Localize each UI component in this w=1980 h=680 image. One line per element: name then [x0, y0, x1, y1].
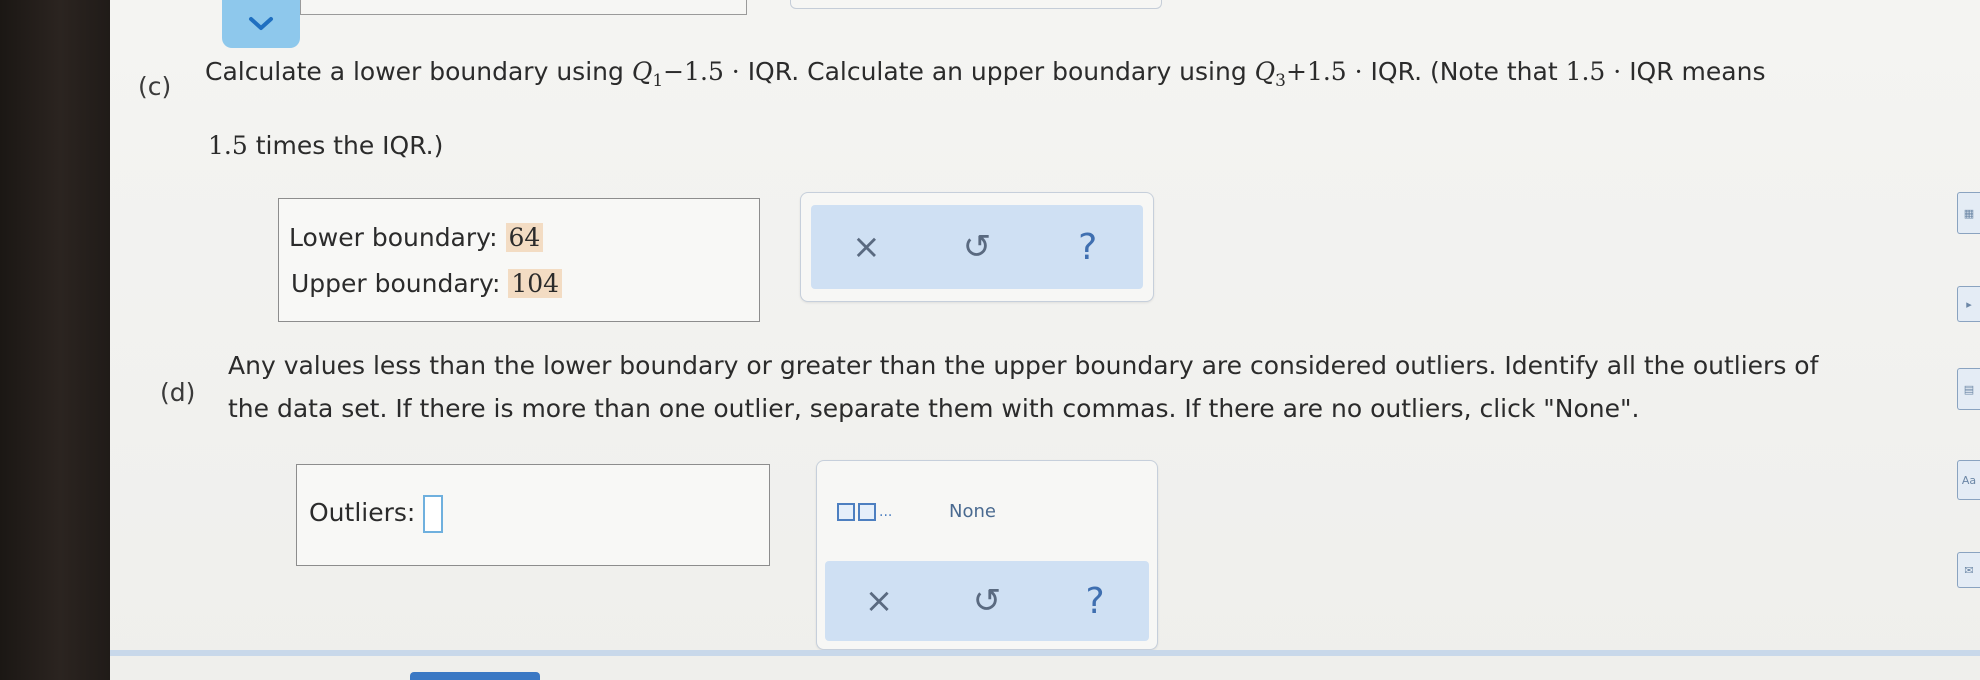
text: means — [1673, 57, 1766, 86]
chevron-down-icon — [249, 17, 273, 30]
bottom-tab[interactable] — [410, 672, 540, 680]
collapse-button[interactable] — [222, 0, 300, 48]
q1-variable: Q — [631, 57, 653, 86]
part-c-label: (c) — [138, 72, 172, 101]
none-button[interactable]: None — [949, 501, 996, 522]
previous-tool-panel — [790, 0, 1162, 9]
outliers-answer-box: Outliers: — [296, 464, 770, 566]
q3-subscript: 3 — [1275, 71, 1286, 91]
help-icon[interactable]: ? — [1058, 227, 1118, 268]
part-d-label: (d) — [160, 378, 196, 407]
previous-answer-box — [300, 0, 747, 15]
boundary-answer-box: Lower boundary: 64 Upper boundary: 104 — [278, 198, 760, 322]
outliers-label: Outliers: — [309, 498, 416, 527]
q3-variable: Q — [1254, 57, 1276, 86]
mail-icon[interactable]: ✉ — [1957, 552, 1980, 588]
part-d-text-line2: the data set. If there is more than one … — [228, 394, 1640, 423]
text-size-icon[interactable]: Aa — [1957, 460, 1980, 500]
part-c-tool-panel: × ↺ ? — [800, 192, 1154, 302]
q3-expression: +1.5 · — [1286, 57, 1371, 86]
outliers-input[interactable] — [423, 495, 444, 533]
note-number: 1.5 — [208, 131, 248, 160]
part-c-text-line2: 1.5 times the IQR.) — [208, 130, 443, 162]
close-icon[interactable]: × — [836, 227, 896, 267]
box-icon — [858, 503, 876, 521]
iqr-term: IQR — [1370, 57, 1415, 86]
part-d-tool-panel: ... None × ↺ ? — [816, 460, 1158, 650]
upper-boundary-label: Upper boundary: — [291, 269, 501, 298]
monitor-bezel — [0, 0, 110, 680]
text: times the IQR.) — [247, 131, 444, 160]
iqr-term: IQR — [747, 57, 792, 86]
lower-boundary-row: Lower boundary: 64 — [289, 223, 544, 252]
lower-boundary-label: Lower boundary: — [289, 223, 498, 252]
part-c-tool-bar: × ↺ ? — [811, 205, 1143, 289]
upper-boundary-input[interactable]: 104 — [508, 269, 563, 298]
close-icon[interactable]: × — [849, 581, 909, 621]
bottom-divider — [110, 650, 1980, 656]
text: . Calculate an upper boundary using — [791, 57, 1255, 86]
part-d-tool-bar: × ↺ ? — [825, 561, 1149, 641]
iqr-term: IQR — [1629, 57, 1674, 86]
part-c-text-line1: Calculate a lower boundary using Q1−1.5 … — [205, 56, 1765, 97]
undo-icon[interactable]: ↺ — [957, 581, 1017, 621]
text: . (Note that — [1414, 57, 1566, 86]
text: Calculate a lower boundary using — [205, 57, 632, 86]
upper-boundary-row: Upper boundary: 104 — [291, 269, 563, 298]
box-icon — [837, 503, 855, 521]
outliers-row: Outliers: — [309, 495, 444, 533]
lower-boundary-input[interactable]: 64 — [505, 223, 544, 252]
book-icon[interactable]: ▸ — [1957, 286, 1980, 322]
calculator-icon[interactable]: ▦ — [1957, 192, 1980, 234]
q1-expression: −1.5 · — [663, 57, 748, 86]
list-template-icon[interactable]: ... — [837, 503, 892, 521]
table-icon[interactable]: ▤ — [1957, 368, 1980, 410]
ellipsis-text: ... — [879, 504, 893, 520]
part-d-text-line1: Any values less than the lower boundary … — [228, 351, 1819, 380]
help-icon[interactable]: ? — [1065, 581, 1125, 622]
q1-subscript: 1 — [652, 71, 664, 91]
undo-icon[interactable]: ↺ — [947, 227, 1007, 267]
note-expression: 1.5 · — [1565, 57, 1630, 86]
